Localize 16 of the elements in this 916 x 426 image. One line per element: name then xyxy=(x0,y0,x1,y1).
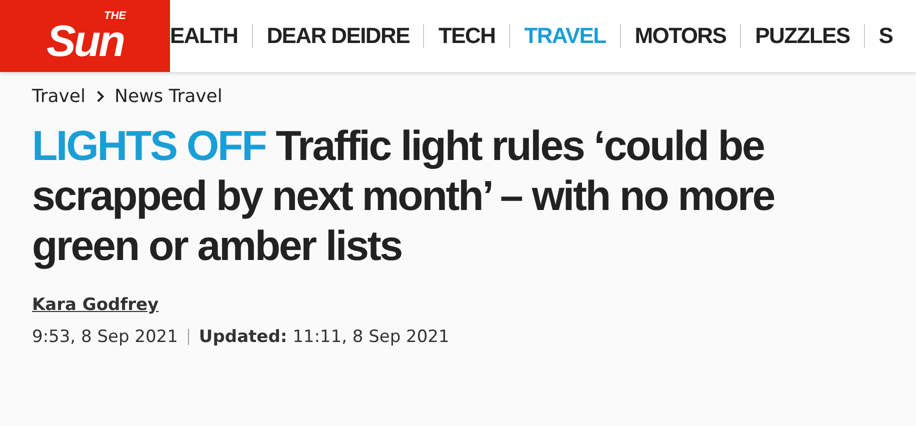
logo-small-text: THE xyxy=(104,10,126,22)
nav-link[interactable]: EALTH xyxy=(170,23,252,49)
nav-link[interactable]: PUZZLES xyxy=(755,23,864,49)
nav-link[interactable]: TECH xyxy=(438,23,510,49)
nav-link[interactable]: DEAR DEIDRE xyxy=(266,23,424,49)
logo[interactable]: THE Sun xyxy=(0,0,170,72)
breadcrumb-link[interactable]: Travel xyxy=(32,86,86,107)
headline: LIGHTS OFF Traffic light rules ‘could be scrapped by next month’ – with no more green or amber lists xyxy=(32,121,776,271)
nav-link[interactable]: S xyxy=(878,23,907,49)
publish-date: 9:53, 8 Sep 2021 xyxy=(32,326,178,347)
author-link[interactable]: Kara Godfrey xyxy=(32,294,159,315)
updated-date: Updated: 11:11, 8 Sep 2021 xyxy=(198,326,450,347)
breadcrumb-link[interactable]: News Travel xyxy=(114,86,222,107)
logo-text: Sun xyxy=(46,22,124,62)
chevron-right-icon xyxy=(96,90,105,103)
nav-link[interactable]: MOTORS xyxy=(634,23,740,49)
